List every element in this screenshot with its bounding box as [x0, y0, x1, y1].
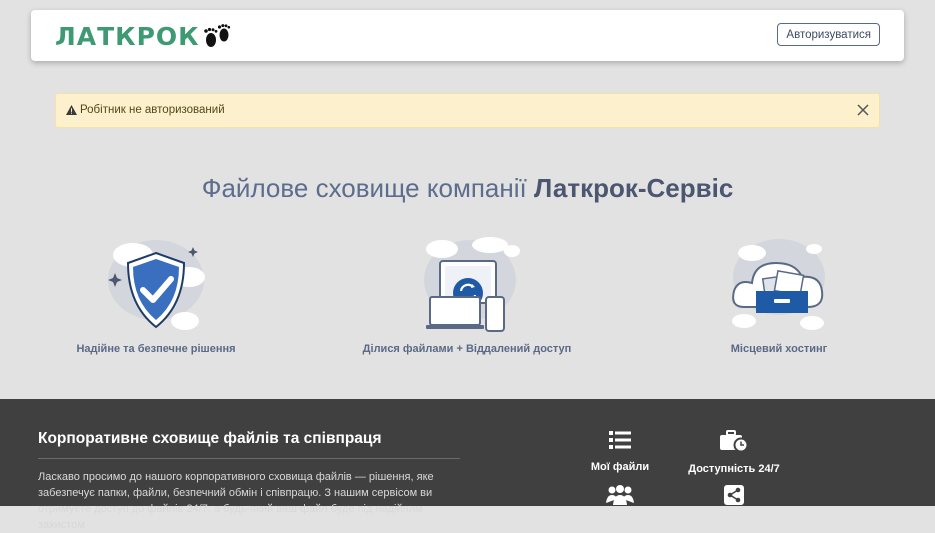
auth-warning-alert: Робітник не авторизований: [55, 93, 880, 128]
close-icon[interactable]: [857, 104, 869, 116]
feature-secure: Надійне та безпечне рішення: [36, 235, 276, 355]
feature-label: Місцевий хостинг: [730, 343, 828, 355]
users-icon: [606, 485, 634, 505]
footer-item-my-files[interactable]: Мої файли: [560, 430, 680, 473]
footer-title: Корпоративне сховище файлів та співпраця: [38, 430, 382, 447]
briefcase-clock-icon: [720, 430, 749, 453]
logo-text: ЛАТКРОК: [55, 21, 200, 51]
footprints-icon: [203, 24, 230, 47]
footer-item-label: Мої файли: [590, 461, 650, 473]
page-title: Файлове сховище компанії Латкрок-Сервіс: [201, 173, 734, 203]
alert-message: Робітник не авторизований: [80, 104, 225, 116]
footer-item-label: Доступність 24/7: [688, 463, 780, 475]
feature-hosting: Місцевий хостинг: [659, 235, 899, 355]
login-button[interactable]: Авторизуватися: [777, 23, 880, 46]
cloud-storage-icon: [732, 239, 825, 330]
divider: [38, 458, 460, 459]
shield-check-icon: [108, 240, 205, 330]
list-icon: [609, 431, 631, 449]
feature-sharing: Ділися файлами + Віддалений доступ: [347, 235, 587, 355]
logo[interactable]: ЛАТКРОК: [55, 20, 233, 52]
warning-icon: [66, 105, 77, 115]
footer: Корпоративне сховище файлів та співпраця…: [0, 399, 935, 531]
feature-label: Ділися файлами + Віддалений доступ: [362, 343, 572, 355]
footer-item-share[interactable]: [674, 485, 794, 510]
footer-description: Ласкаво просимо до нашого корпоративного…: [38, 471, 434, 531]
footer-item-users[interactable]: [560, 485, 680, 510]
feature-label: Надійне та безпечне рішення: [76, 343, 236, 355]
top-navbar: ЛАТКРОК Авторизуватися: [31, 10, 904, 61]
footer-item-availability[interactable]: Доступність 24/7: [674, 430, 794, 475]
devices-sync-icon: [424, 237, 520, 332]
share-icon: [724, 485, 744, 505]
